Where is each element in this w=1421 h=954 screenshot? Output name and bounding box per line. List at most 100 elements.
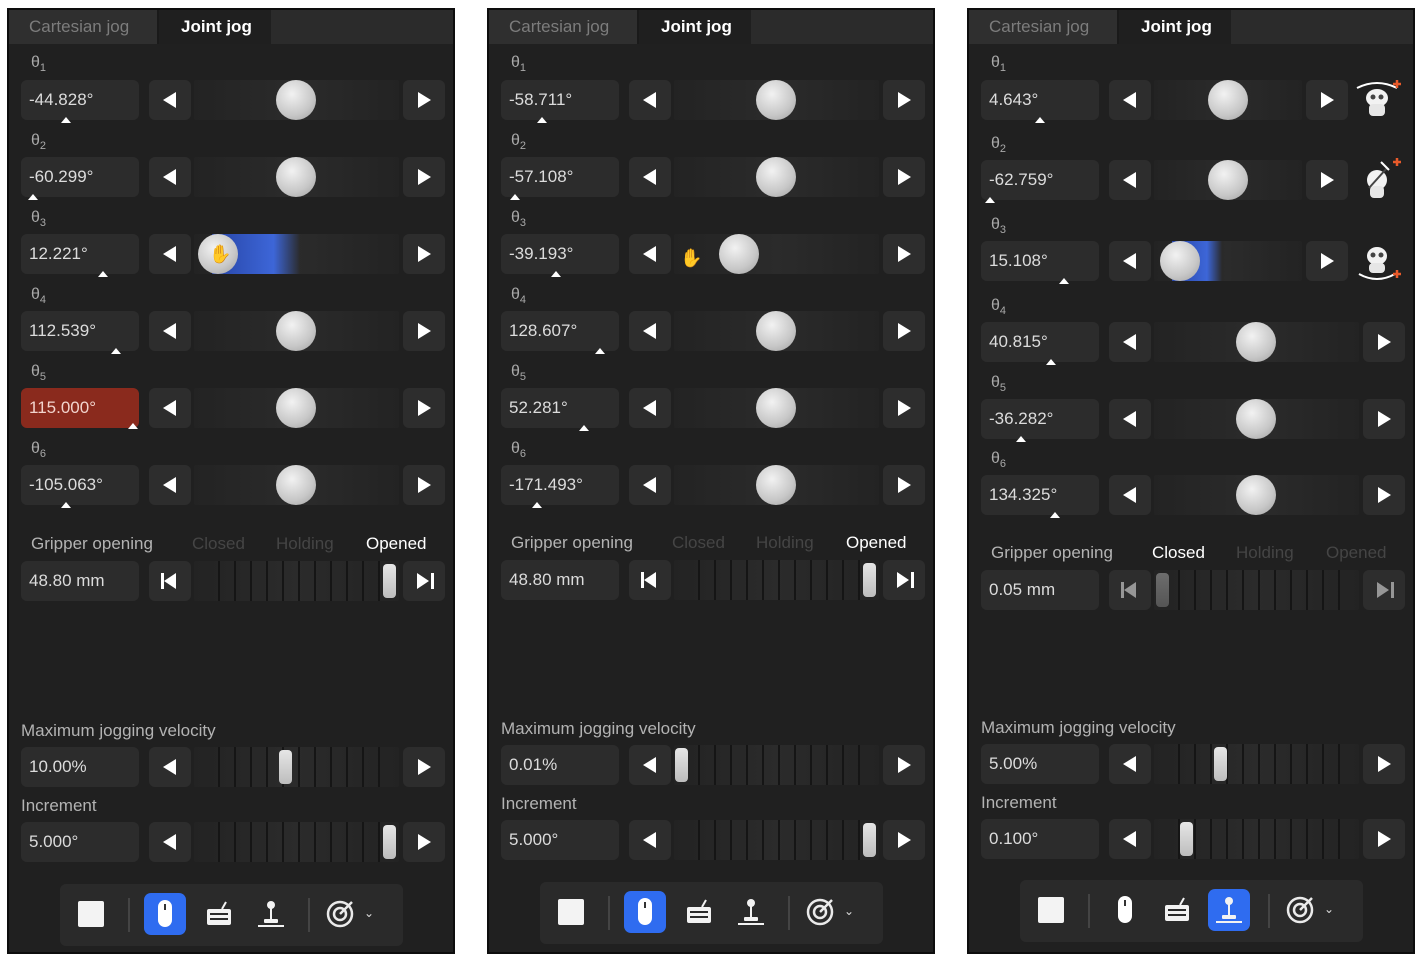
increment-slider-thumb[interactable] (1180, 822, 1193, 856)
joystick-mode-button[interactable] (1208, 889, 1250, 931)
velocity-slider[interactable] (674, 745, 879, 785)
joint-2-increase-button[interactable] (883, 157, 925, 197)
joint-3-increase-button[interactable] (403, 234, 445, 274)
keyboard-mode-button[interactable] (678, 891, 720, 933)
target-icon[interactable] (1284, 894, 1316, 926)
joint-6-slider-knob[interactable] (756, 465, 796, 505)
joint-5-increase-button[interactable] (403, 388, 445, 428)
velocity-decrease-button[interactable] (149, 747, 191, 787)
joint-6-increase-button[interactable] (883, 465, 925, 505)
keyboard-mode-button[interactable] (198, 893, 240, 935)
joint-3-decrease-button[interactable] (1109, 241, 1151, 281)
joint-3-value[interactable]: -39.193° (501, 234, 619, 274)
joint-6-slider[interactable] (674, 465, 879, 505)
joint-5-value[interactable]: 115.000° (21, 388, 139, 428)
joint-2-value[interactable]: -62.759° (981, 160, 1099, 200)
joint-4-slider-knob[interactable] (276, 311, 316, 351)
joint-2-slider-knob[interactable] (756, 157, 796, 197)
velocity-increase-button[interactable] (883, 745, 925, 785)
mouse-mode-button[interactable] (144, 893, 186, 935)
tab-joint-jog[interactable]: Joint jog (1119, 10, 1231, 44)
joint-2-slider-knob[interactable] (276, 157, 316, 197)
gripper-value[interactable]: 48.80 mm (21, 561, 139, 601)
joint-2-slider[interactable] (1154, 160, 1302, 200)
joint-1-value[interactable]: -58.711° (501, 80, 619, 120)
increment-slider-thumb[interactable] (383, 825, 396, 859)
gripper-open-button[interactable] (403, 561, 445, 601)
joint-6-decrease-button[interactable] (149, 465, 191, 505)
velocity-slider-thumb[interactable] (279, 750, 292, 784)
velocity-decrease-button[interactable] (1109, 744, 1151, 784)
joint-2-decrease-button[interactable] (629, 157, 671, 197)
gripper-close-button[interactable] (149, 561, 191, 601)
joint-5-value[interactable]: 52.281° (501, 388, 619, 428)
joint-4-increase-button[interactable] (883, 311, 925, 351)
increment-decrease-button[interactable] (1109, 819, 1151, 859)
joint-3-slider[interactable]: ✋ (674, 234, 879, 274)
joint-3-value[interactable]: 15.108° (981, 241, 1099, 281)
joint-1-increase-button[interactable] (403, 80, 445, 120)
joint-6-slider-knob[interactable] (1236, 475, 1276, 515)
gripper-slider[interactable] (674, 560, 879, 600)
joint-6-increase-button[interactable] (1363, 475, 1405, 515)
keyboard-mode-button[interactable] (1156, 889, 1198, 931)
tab-joint-jog[interactable]: Joint jog (639, 10, 751, 44)
joint-1-decrease-button[interactable] (629, 80, 671, 120)
joint-2-increase-button[interactable] (1306, 160, 1348, 200)
joystick-mode-button[interactable] (730, 891, 772, 933)
velocity-decrease-button[interactable] (629, 745, 671, 785)
joint-5-decrease-button[interactable] (1109, 399, 1151, 439)
joint-5-slider[interactable] (1154, 399, 1359, 439)
joystick-mode-button[interactable] (250, 893, 292, 935)
joint-4-increase-button[interactable] (1363, 322, 1405, 362)
joint-6-value[interactable]: 134.325° (981, 475, 1099, 515)
joint-5-slider[interactable] (674, 388, 879, 428)
joint-2-value[interactable]: -57.108° (501, 157, 619, 197)
velocity-value[interactable]: 0.01% (501, 745, 619, 785)
tab-cartesian-jog[interactable]: Cartesian jog (969, 10, 1119, 44)
joint-3-slider-knob[interactable] (719, 234, 759, 274)
joint-1-slider-knob[interactable] (756, 80, 796, 120)
joint-5-slider-knob[interactable] (276, 388, 316, 428)
joint-2-value[interactable]: -60.299° (21, 157, 139, 197)
joint-1-increase-button[interactable] (883, 80, 925, 120)
joint-1-slider[interactable] (674, 80, 879, 120)
velocity-value[interactable]: 10.00% (21, 747, 139, 787)
joint-5-slider[interactable] (194, 388, 399, 428)
increment-value[interactable]: 5.000° (21, 822, 139, 862)
joint-6-slider[interactable] (194, 465, 399, 505)
stop-button[interactable] (1030, 889, 1072, 931)
joint-5-value[interactable]: -36.282° (981, 399, 1099, 439)
increment-slider[interactable] (194, 822, 399, 862)
joint-4-slider[interactable] (674, 311, 879, 351)
joint-4-slider[interactable] (194, 311, 399, 351)
joint-1-value[interactable]: 4.643° (981, 80, 1099, 120)
joint-6-increase-button[interactable] (403, 465, 445, 505)
mouse-mode-button[interactable] (624, 891, 666, 933)
stop-button[interactable] (70, 893, 112, 935)
joint-5-decrease-button[interactable] (629, 388, 671, 428)
increment-decrease-button[interactable] (149, 822, 191, 862)
velocity-slider[interactable] (194, 747, 399, 787)
chevron-down-icon[interactable]: ⌄ (1324, 902, 1334, 916)
velocity-value[interactable]: 5.00% (981, 744, 1099, 784)
joint-1-value[interactable]: -44.828° (21, 80, 139, 120)
velocity-slider[interactable] (1154, 744, 1359, 784)
gripper-open-button[interactable] (883, 560, 925, 600)
gripper-value[interactable]: 48.80 mm (501, 560, 619, 600)
joint-3-value[interactable]: 12.221° (21, 234, 139, 274)
target-icon[interactable] (324, 898, 356, 930)
joint-3-slider-knob[interactable] (1160, 241, 1200, 281)
joint-6-decrease-button[interactable] (1109, 475, 1151, 515)
increment-increase-button[interactable] (1363, 819, 1405, 859)
joint-2-slider[interactable] (194, 157, 399, 197)
mouse-mode-button[interactable] (1104, 889, 1146, 931)
increment-increase-button[interactable] (403, 822, 445, 862)
joint-3-increase-button[interactable] (883, 234, 925, 274)
joint-5-slider-knob[interactable] (756, 388, 796, 428)
gripper-close-button[interactable] (629, 560, 671, 600)
joint-4-increase-button[interactable] (403, 311, 445, 351)
joint-1-increase-button[interactable] (1306, 80, 1348, 120)
gripper-open-button[interactable] (1363, 570, 1405, 610)
velocity-slider-thumb[interactable] (1214, 747, 1227, 781)
